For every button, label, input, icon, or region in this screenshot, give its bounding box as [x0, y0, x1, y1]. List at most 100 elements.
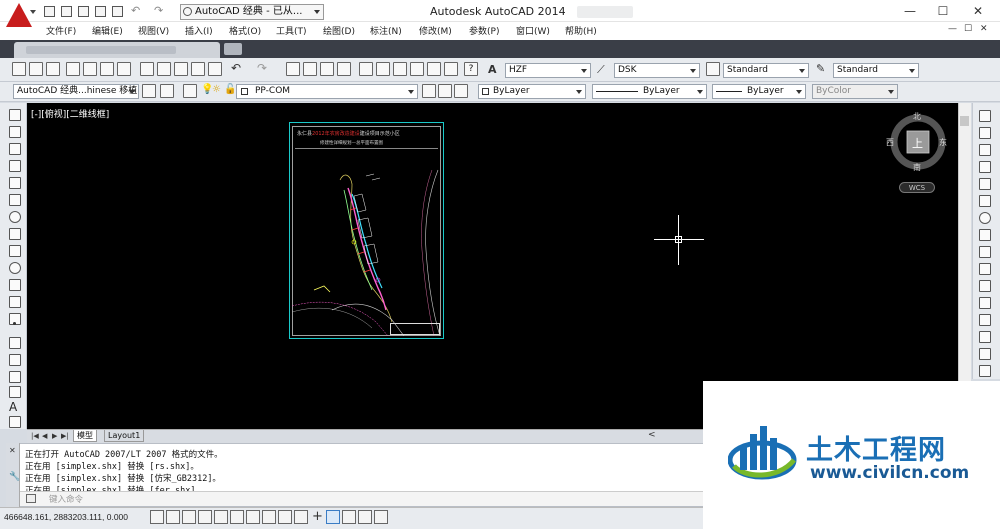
- tool-palettes-icon[interactable]: [393, 62, 407, 76]
- rectangle-icon[interactable]: [9, 177, 21, 189]
- polygon-icon[interactable]: [9, 160, 21, 172]
- break-icon[interactable]: [979, 297, 991, 309]
- workspace-settings-icon[interactable]: [160, 84, 174, 98]
- spline-icon[interactable]: [9, 245, 21, 257]
- help-icon[interactable]: ?: [464, 62, 478, 76]
- ellipse-icon[interactable]: [9, 262, 21, 274]
- 3d-dwf-icon[interactable]: [117, 62, 131, 76]
- line-icon[interactable]: [9, 109, 21, 121]
- zoom-previous-icon[interactable]: [337, 62, 351, 76]
- markup-icon[interactable]: [427, 62, 441, 76]
- doc-minimize-button[interactable]: —: [948, 24, 957, 34]
- annotation-monitor-icon[interactable]: [374, 510, 388, 524]
- fillet-icon[interactable]: [979, 348, 991, 360]
- dim-style-select[interactable]: DSK: [614, 63, 700, 78]
- layer-previous-icon[interactable]: [454, 84, 468, 98]
- menu-format[interactable]: 格式(O): [229, 24, 261, 37]
- save-icon[interactable]: [46, 62, 60, 76]
- undo-icon[interactable]: ↶: [231, 61, 241, 75]
- trim-icon[interactable]: [979, 263, 991, 275]
- hatch-icon[interactable]: [9, 337, 21, 349]
- arc-icon[interactable]: [9, 194, 21, 206]
- scrollbar-thumb[interactable]: [960, 116, 969, 126]
- infer-constraints-icon[interactable]: [150, 510, 164, 524]
- viewcube-north[interactable]: 北: [913, 111, 921, 122]
- menu-draw[interactable]: 绘图(D): [323, 24, 355, 37]
- new-icon[interactable]: [12, 62, 26, 76]
- viewcube-west[interactable]: 西: [886, 137, 894, 148]
- open-file-icon[interactable]: [61, 6, 72, 17]
- first-tab-button[interactable]: |◀: [31, 431, 41, 441]
- multileader-style-select[interactable]: Standard: [833, 63, 919, 78]
- stretch-icon[interactable]: [979, 246, 991, 258]
- grid-icon[interactable]: [182, 510, 196, 524]
- design-center-icon[interactable]: [376, 62, 390, 76]
- polyline-icon[interactable]: [9, 143, 21, 155]
- zoom-realtime-icon[interactable]: [303, 62, 317, 76]
- erase-icon[interactable]: [979, 110, 991, 122]
- table-icon[interactable]: [9, 386, 21, 398]
- menu-insert[interactable]: 插入(I): [185, 24, 213, 37]
- match-properties-icon[interactable]: [191, 62, 205, 76]
- mirror-icon[interactable]: [979, 144, 991, 156]
- dynamic-input-icon[interactable]: [294, 510, 308, 524]
- layer-properties-icon[interactable]: [183, 84, 197, 98]
- viewcube-top-face[interactable]: 上: [912, 135, 923, 151]
- selection-cycling-icon[interactable]: [358, 510, 372, 524]
- lineweight-toggle-icon[interactable]: +: [312, 509, 323, 524]
- layer-select[interactable]: PP-COM: [236, 84, 418, 99]
- chamfer-icon[interactable]: [979, 331, 991, 343]
- offset-icon[interactable]: [979, 161, 991, 173]
- doc-restore-button[interactable]: ☐: [964, 24, 972, 34]
- menu-dimension[interactable]: 标注(N): [370, 24, 402, 37]
- dynamic-ucs-icon[interactable]: [278, 510, 292, 524]
- insert-block-icon[interactable]: [9, 296, 21, 308]
- redo-icon[interactable]: ↷: [257, 61, 267, 75]
- doc-close-button[interactable]: ✕: [980, 24, 988, 34]
- object-snap-icon[interactable]: [230, 510, 244, 524]
- gradient-icon[interactable]: [9, 354, 21, 366]
- coordinates-readout[interactable]: 466648.161, 2883203.111, 0.000: [4, 512, 128, 522]
- 3d-object-snap-icon[interactable]: [246, 510, 260, 524]
- explode-icon[interactable]: [979, 365, 991, 377]
- publish-icon[interactable]: [100, 62, 114, 76]
- transparency-icon[interactable]: [326, 510, 340, 524]
- maximize-button[interactable]: ☐: [933, 3, 953, 19]
- region-icon[interactable]: [9, 371, 21, 383]
- copy-object-icon[interactable]: [979, 127, 991, 139]
- paste-icon[interactable]: [174, 62, 188, 76]
- menu-file[interactable]: 文件(F): [46, 24, 76, 37]
- menu-tools[interactable]: 工具(T): [276, 24, 307, 37]
- close-icon[interactable]: ✕: [9, 446, 16, 455]
- menu-parametric[interactable]: 参数(P): [469, 24, 499, 37]
- pan-icon[interactable]: [286, 62, 300, 76]
- plot-icon[interactable]: [66, 62, 80, 76]
- layer-thaw-icon[interactable]: ☼: [212, 84, 221, 95]
- rotate-icon[interactable]: [979, 212, 991, 224]
- zoom-window-icon[interactable]: [320, 62, 334, 76]
- quickcalc-icon[interactable]: [444, 62, 458, 76]
- scale-icon[interactable]: [979, 229, 991, 241]
- text-style-select[interactable]: HZF: [505, 63, 591, 78]
- array-icon[interactable]: [979, 178, 991, 190]
- redo-icon[interactable]: ↷: [154, 4, 163, 17]
- color-select[interactable]: ByLayer: [478, 84, 586, 99]
- close-button[interactable]: ✕: [968, 3, 988, 19]
- viewport-controls[interactable]: [-][俯视][二维线框]: [31, 107, 109, 120]
- join-icon[interactable]: [979, 314, 991, 326]
- wrench-icon[interactable]: 🔧: [9, 472, 20, 482]
- viewcube-south[interactable]: 南: [913, 162, 921, 173]
- new-tab-button[interactable]: [224, 43, 242, 55]
- cut-icon[interactable]: [140, 62, 154, 76]
- move-icon[interactable]: [979, 195, 991, 207]
- prev-tab-button[interactable]: ◀: [42, 431, 52, 441]
- copy-icon[interactable]: [157, 62, 171, 76]
- block-editor-icon[interactable]: [208, 62, 222, 76]
- sheet-set-icon[interactable]: [410, 62, 424, 76]
- tab-layout1[interactable]: Layout1: [104, 430, 145, 442]
- gear-icon[interactable]: [142, 84, 156, 98]
- workspace-select[interactable]: AutoCAD 经典 - 已从...: [180, 4, 324, 20]
- add-selected-icon[interactable]: [9, 416, 21, 428]
- table-style-select[interactable]: Standard: [723, 63, 809, 78]
- search-box[interactable]: [577, 6, 633, 18]
